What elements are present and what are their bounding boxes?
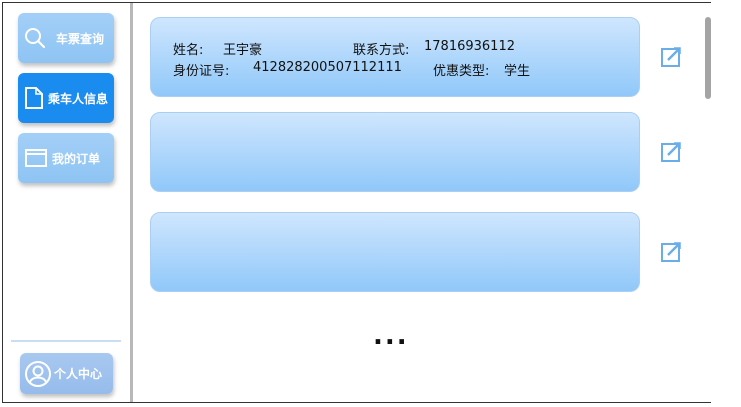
sidebar-divider xyxy=(130,3,133,402)
passenger-card xyxy=(150,112,640,192)
discount-label: 优惠类型: xyxy=(433,64,490,79)
sidebar-separator xyxy=(11,340,121,342)
document-icon xyxy=(24,86,44,110)
profile-center-button[interactable]: 个人中心 xyxy=(20,353,113,394)
edit-icon[interactable] xyxy=(659,240,683,264)
edit-icon[interactable] xyxy=(659,45,683,69)
more-indicator: ... xyxy=(373,321,409,351)
profile-center-label: 个人中心 xyxy=(54,367,103,381)
passenger-card: 姓名: 王宇豪 联系方式: 17816936112 身份证号: 41282820… xyxy=(150,17,640,97)
passenger-name: 王宇豪 xyxy=(223,43,263,58)
nav-my-orders-label: 我的订单 xyxy=(52,151,101,166)
passenger-discount: 学生 xyxy=(504,64,531,79)
passenger-card xyxy=(150,212,640,292)
scrollbar-thumb[interactable] xyxy=(705,17,711,99)
contact-label: 联系方式: xyxy=(353,43,410,58)
nav-passenger-info-button[interactable]: 乘车人信息 xyxy=(18,73,114,123)
passenger-contact: 17816936112 xyxy=(424,39,515,54)
nav-ticket-search-button[interactable]: 车票查询 xyxy=(18,13,114,63)
passenger-id-number: 412828200507112111 xyxy=(253,60,402,75)
nav-passenger-info-label: 乘车人信息 xyxy=(48,91,109,106)
sidebar: 车票查询 乘车人信息 我的订单 个人中心 xyxy=(3,3,130,402)
edit-icon[interactable] xyxy=(659,140,683,164)
window-icon xyxy=(24,147,48,169)
id-label: 身份证号: xyxy=(173,64,230,79)
nav-ticket-search-label: 车票查询 xyxy=(56,31,105,46)
search-icon xyxy=(24,27,46,49)
user-icon xyxy=(24,360,52,388)
app-window: 车票查询 乘车人信息 我的订单 个人中心 姓名: 王宇豪 联系方式: 17816… xyxy=(2,2,712,403)
nav-my-orders-button[interactable]: 我的订单 xyxy=(18,133,114,183)
name-label: 姓名: xyxy=(173,43,204,58)
